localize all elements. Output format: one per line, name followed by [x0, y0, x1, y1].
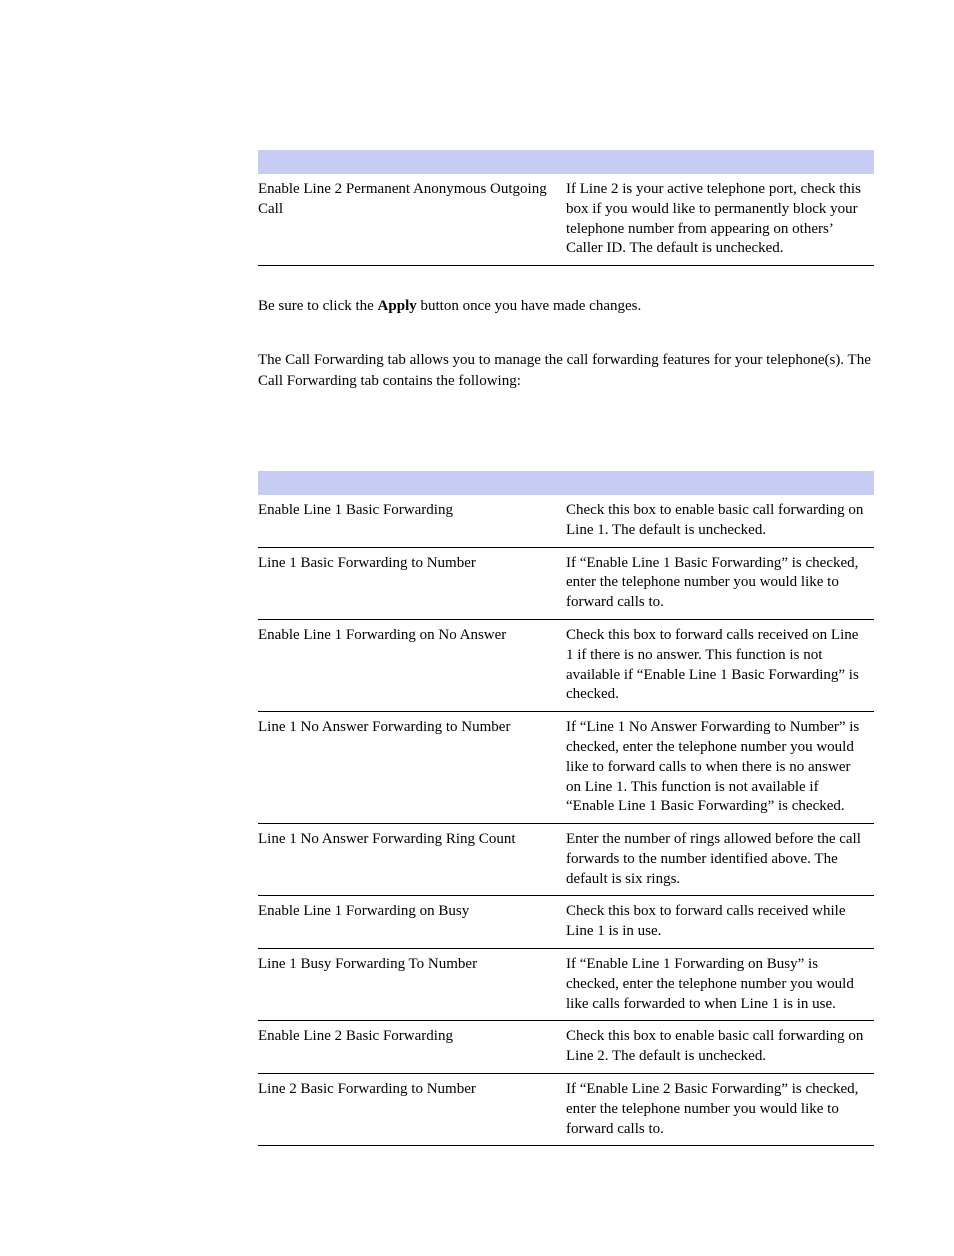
table-row: Line 1 No Answer Forwarding Ring Count E…: [258, 824, 874, 896]
field-description: If Line 2 is your active telephone port,…: [566, 174, 874, 266]
field-name: Line 1 No Answer Forwarding to Number: [258, 712, 566, 824]
table-row: Enable Line 1 Basic Forwarding Check thi…: [258, 495, 874, 547]
table-row: Enable Line 1 Forwarding on No Answer Ch…: [258, 619, 874, 711]
field-description: Enter the number of rings allowed before…: [566, 824, 874, 896]
table-row: Enable Line 1 Forwarding on Busy Check t…: [258, 896, 874, 949]
field-name: Line 2 Basic Forwarding to Number: [258, 1074, 566, 1146]
table2: Enable Line 1 Basic Forwarding Check thi…: [258, 495, 874, 1147]
table-row: Enable Line 2 Permanent Anonymous Outgoi…: [258, 174, 874, 266]
field-description: If “Enable Line 1 Forwarding on Busy” is…: [566, 949, 874, 1021]
field-name: Enable Line 1 Forwarding on No Answer: [258, 619, 566, 711]
table2-header-band: [258, 471, 874, 495]
field-name: Enable Line 2 Permanent Anonymous Outgoi…: [258, 174, 566, 266]
apply-note-paragraph: Be sure to click the Apply button once y…: [258, 296, 874, 316]
field-description: If “Line 1 No Answer Forwarding to Numbe…: [566, 712, 874, 824]
field-name: Enable Line 1 Basic Forwarding: [258, 495, 566, 547]
field-name: Line 1 Basic Forwarding to Number: [258, 547, 566, 619]
table-row: Enable Line 2 Basic Forwarding Check thi…: [258, 1021, 874, 1074]
field-description: If “Enable Line 1 Basic Forwarding” is c…: [566, 547, 874, 619]
forwarding-intro-paragraph: The Call Forwarding tab allows you to ma…: [258, 350, 874, 391]
table-row: Line 1 Basic Forwarding to Number If “En…: [258, 547, 874, 619]
table-row: Line 2 Basic Forwarding to Number If “En…: [258, 1074, 874, 1146]
field-description: Check this box to forward calls received…: [566, 896, 874, 949]
table1-header-band: [258, 150, 874, 174]
table-row: Line 1 No Answer Forwarding to Number If…: [258, 712, 874, 824]
table1: Enable Line 2 Permanent Anonymous Outgoi…: [258, 174, 874, 266]
table-row: Line 1 Busy Forwarding To Number If “Ena…: [258, 949, 874, 1021]
field-name: Enable Line 1 Forwarding on Busy: [258, 896, 566, 949]
field-description: Check this box to forward calls received…: [566, 619, 874, 711]
field-description: If “Enable Line 2 Basic Forwarding” is c…: [566, 1074, 874, 1146]
apply-note-strong: Apply: [378, 298, 417, 314]
field-name: Enable Line 2 Basic Forwarding: [258, 1021, 566, 1074]
field-description: Check this box to enable basic call forw…: [566, 1021, 874, 1074]
field-name: Line 1 Busy Forwarding To Number: [258, 949, 566, 1021]
field-name: Line 1 No Answer Forwarding Ring Count: [258, 824, 566, 896]
apply-note-post: button once you have made changes.: [417, 298, 642, 314]
apply-note-pre: Be sure to click the: [258, 298, 378, 314]
field-description: Check this box to enable basic call forw…: [566, 495, 874, 547]
